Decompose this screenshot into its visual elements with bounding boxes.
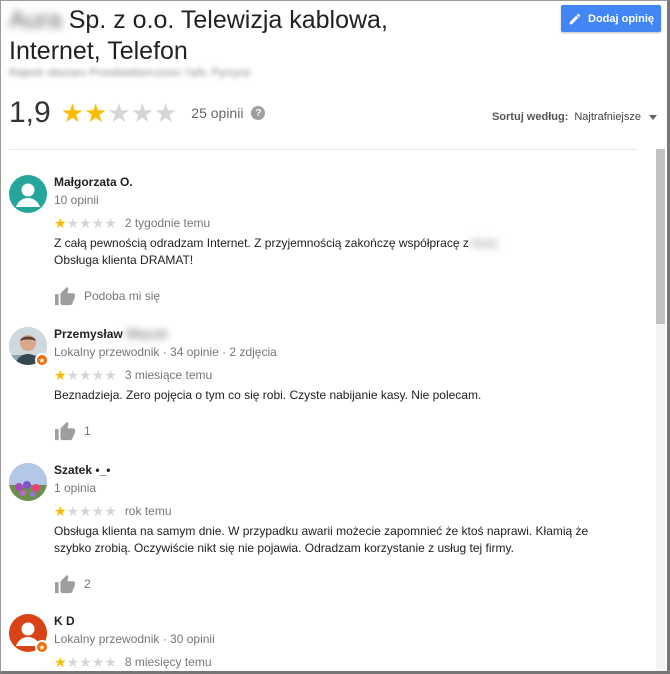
sort-dropdown[interactable]: Sortuj według: Najtrafniejsze [492, 111, 657, 123]
star-icon: ★ [66, 215, 80, 231]
page-title: Aura Sp. z o.o. Telewizja kablowa, Inter… [9, 6, 388, 65]
star-icon: ★ [79, 367, 92, 383]
review-date: 8 miesięcy temu [124, 655, 212, 669]
like-button[interactable]: 2 [54, 573, 629, 595]
rating-summary: 1,9 ★ ★ ★ ★ ★ 25 opinii ? [9, 95, 266, 131]
blurred-business-name: Aura [9, 6, 62, 34]
review-stars: ★ ★ ★ ★ ★ [54, 216, 117, 230]
review-text: Beznadzieja. Zero pojęcia o tym co się r… [54, 388, 482, 402]
star-icon: ★ [79, 215, 92, 231]
star-icon: ★ [104, 367, 117, 383]
star-icon: ★ [54, 215, 67, 231]
star-icon: ★ [66, 367, 80, 383]
review-date: 2 tygodnie temu [124, 216, 211, 230]
star-icon: ★ [153, 98, 178, 128]
thumbs-up-icon [55, 286, 75, 306]
star-icon: ★ [104, 503, 117, 519]
reviewer-meta: Lokalny przewodnik · 30 opinii [54, 632, 215, 646]
person-icon [16, 183, 40, 207]
reviewer-name[interactable]: Przemysław Więcek [54, 327, 629, 343]
star-icon: ★ [130, 98, 154, 128]
scrollbar[interactable] [656, 149, 665, 671]
review-text: Z całą pewnością odradzam Internet. Z pr… [54, 236, 497, 267]
reviewer-meta: 1 opinia [54, 481, 97, 495]
star-icon: ★ [91, 654, 105, 670]
review-date: rok temu [124, 504, 172, 518]
star-icon: ★ [104, 654, 117, 670]
star-icon: ★ [79, 503, 92, 519]
like-count: 1 [84, 424, 91, 438]
avatar[interactable] [9, 175, 47, 213]
star-icon: ★ [54, 503, 67, 519]
star-icon: ★ [107, 98, 131, 128]
add-review-button[interactable]: Dodaj opinię [561, 5, 661, 32]
review-text: Obsługa klienta na samym dnie. W przypad… [54, 524, 589, 555]
star-icon: ★ [104, 215, 117, 231]
reviewer-meta: Lokalny przewodnik · 34 opinie · 2 zdjęc… [54, 345, 277, 359]
average-rating: 1,9 [9, 96, 51, 129]
divider [9, 149, 637, 150]
star-icon: ★ [91, 215, 105, 231]
blurred-address: Rejestr obszaru Przedsiebiorczosci 7a/b,… [9, 67, 251, 79]
review-date: 3 miesiące temu [124, 368, 213, 382]
review-stars: ★ ★ ★ ★ ★ [54, 655, 117, 669]
like-button[interactable]: 1 [54, 420, 629, 442]
reviewer-name[interactable]: K D [54, 614, 629, 630]
local-guide-badge-icon: ★ [35, 353, 49, 367]
rating-stars: ★ ★ ★ ★ ★ [61, 100, 178, 126]
star-icon: ★ [91, 503, 105, 519]
sort-value: Najtrafniejsze [574, 111, 641, 123]
star-icon: ★ [66, 654, 80, 670]
reviewer-meta: 10 opinii [54, 193, 99, 207]
star-icon: ★ [91, 367, 105, 383]
scrollbar-thumb[interactable] [656, 149, 665, 324]
pencil-icon [569, 13, 581, 24]
thumbs-up-icon [55, 574, 75, 594]
star-icon: ★ [60, 98, 85, 128]
star-icon: ★ [79, 654, 92, 670]
like-label: Podoba mi się [84, 289, 161, 303]
like-button[interactable]: Podoba mi się [54, 285, 629, 307]
caret-down-icon [649, 114, 657, 120]
review-stars: ★ ★ ★ ★ ★ [54, 368, 117, 382]
star-icon: ★ [54, 367, 67, 383]
review-stars: ★ ★ ★ ★ ★ [54, 504, 117, 518]
profile-photo [9, 463, 47, 501]
review-count: 25 opinii [191, 105, 244, 121]
star-icon: ★ [84, 98, 108, 128]
star-icon: ★ [66, 503, 80, 519]
reviewer-name[interactable]: Małgorzata O. [54, 175, 629, 191]
star-icon: ★ [54, 654, 67, 670]
sort-label: Sortuj według: [491, 111, 569, 123]
question-icon[interactable]: ? [251, 106, 266, 120]
thumbs-up-icon [55, 421, 75, 441]
avatar[interactable] [9, 463, 47, 501]
reviewer-name[interactable]: Szatek •_• [54, 463, 629, 479]
local-guide-badge-icon: ★ [35, 640, 49, 654]
like-count: 2 [84, 577, 91, 591]
reviews-panel: Aura Sp. z o.o. Telewizja kablowa, Inter… [0, 0, 670, 674]
